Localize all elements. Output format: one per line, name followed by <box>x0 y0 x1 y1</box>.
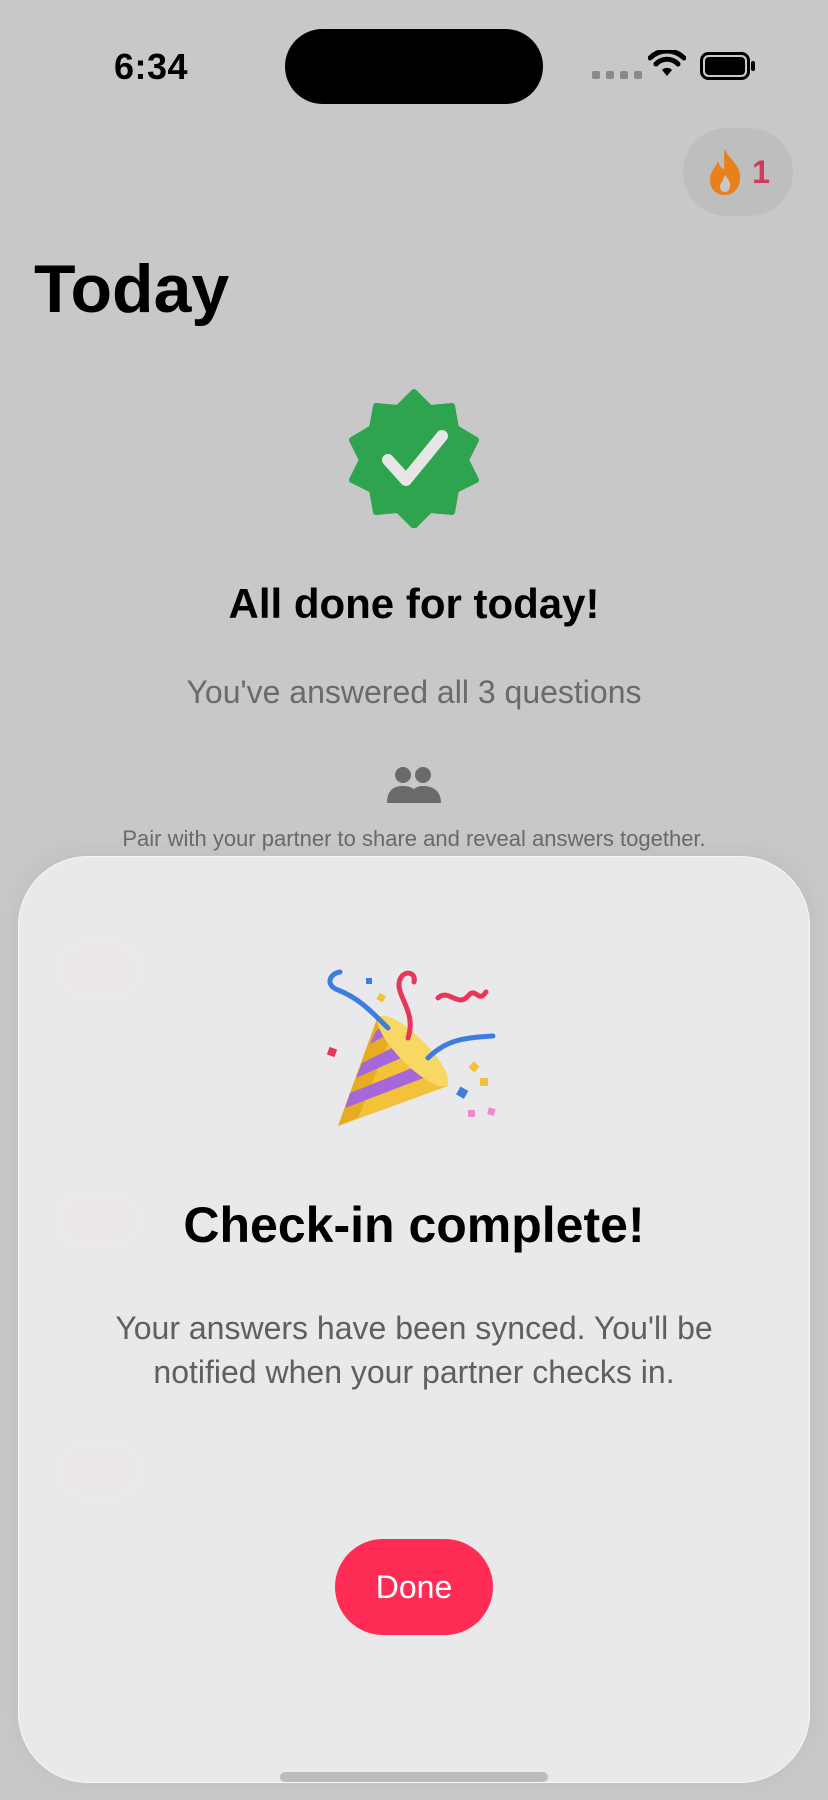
checkmark-seal-icon <box>349 389 479 528</box>
sheet-message: Your answers have been synced. You'll be… <box>115 1310 713 1390</box>
cellular-signal-icon <box>592 71 642 79</box>
pair-hint-text: Pair with your partner to share and reve… <box>122 826 706 851</box>
wifi-icon <box>648 50 686 76</box>
status-bar: 6:34 <box>0 0 828 130</box>
battery-icon <box>700 52 755 80</box>
streak-count: 1 <box>752 153 770 190</box>
status-time: 6:34 <box>114 46 189 87</box>
summary-subtitle: You've answered all 3 questions <box>186 674 642 710</box>
summary-heading: All done for today! <box>228 580 600 627</box>
party-popper-icon <box>326 969 496 1126</box>
people-icon <box>387 767 441 803</box>
streak-button[interactable]: 1 <box>683 128 793 216</box>
page-title: Today <box>34 251 230 327</box>
home-indicator <box>280 1772 548 1782</box>
flame-icon <box>710 149 741 195</box>
dynamic-island <box>285 29 543 104</box>
sheet-title: Check-in complete! <box>183 1197 645 1253</box>
done-button[interactable]: Done <box>335 1539 493 1635</box>
